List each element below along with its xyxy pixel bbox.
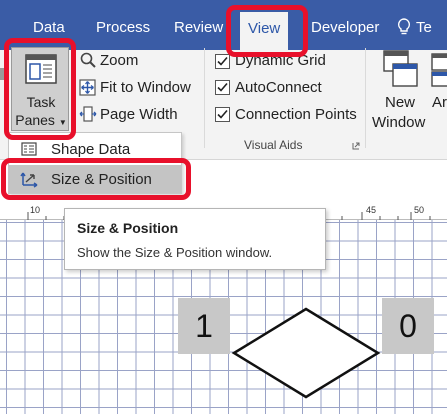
- tab-data[interactable]: Data: [33, 19, 65, 36]
- page-width-icon: [79, 106, 97, 122]
- tooltip-body: Show the Size & Position window.: [77, 245, 273, 260]
- diamond-shape[interactable]: [230, 306, 382, 400]
- lightbulb-icon[interactable]: [397, 18, 411, 36]
- checkmark-icon: [217, 109, 228, 119]
- tooltip: Size & Position Show the Size & Position…: [64, 208, 326, 270]
- connection-points-checkbox[interactable]: [215, 107, 230, 122]
- checkmark-icon: [217, 82, 228, 92]
- dynamic-grid-checkbox[interactable]: [215, 54, 230, 69]
- zoom-icon: [80, 52, 96, 68]
- arrange-button-partial[interactable]: Ar: [432, 94, 447, 111]
- tooltip-title: Size & Position: [77, 220, 179, 236]
- tab-developer[interactable]: Developer: [311, 19, 379, 36]
- highlight-task-panes: [4, 38, 76, 140]
- shape-data-icon: [21, 142, 37, 156]
- tab-review[interactable]: Review: [174, 19, 223, 36]
- page-width-button[interactable]: Page Width: [100, 106, 178, 123]
- autoconnect-label[interactable]: AutoConnect: [235, 79, 322, 96]
- new-window-icon: [383, 50, 418, 87]
- fit-to-window-icon: [79, 79, 96, 96]
- tab-process[interactable]: Process: [96, 19, 150, 36]
- menu-item-label: Shape Data: [51, 141, 131, 158]
- highlight-view-tab: [226, 5, 308, 57]
- shape-box-right[interactable]: 0: [382, 298, 434, 354]
- autoconnect-checkbox[interactable]: [215, 80, 230, 95]
- visual-aids-group-label: Visual Aids: [244, 138, 303, 152]
- dialog-launcher-icon[interactable]: [352, 142, 360, 150]
- tab-tell-me[interactable]: Te: [416, 19, 432, 36]
- new-window-label-line1[interactable]: New: [385, 94, 415, 111]
- connection-points-label[interactable]: Connection Points: [235, 106, 357, 123]
- new-window-label-line2[interactable]: Window: [372, 114, 425, 131]
- arrange-icon: [431, 53, 447, 87]
- highlight-size-position: [1, 158, 191, 200]
- fit-to-window-button[interactable]: Fit to Window: [100, 79, 191, 96]
- shape-box-left[interactable]: 1: [178, 298, 230, 354]
- group-separator: [365, 48, 366, 148]
- checkmark-icon: [217, 56, 228, 66]
- zoom-button[interactable]: Zoom: [100, 52, 138, 69]
- group-separator: [204, 48, 205, 148]
